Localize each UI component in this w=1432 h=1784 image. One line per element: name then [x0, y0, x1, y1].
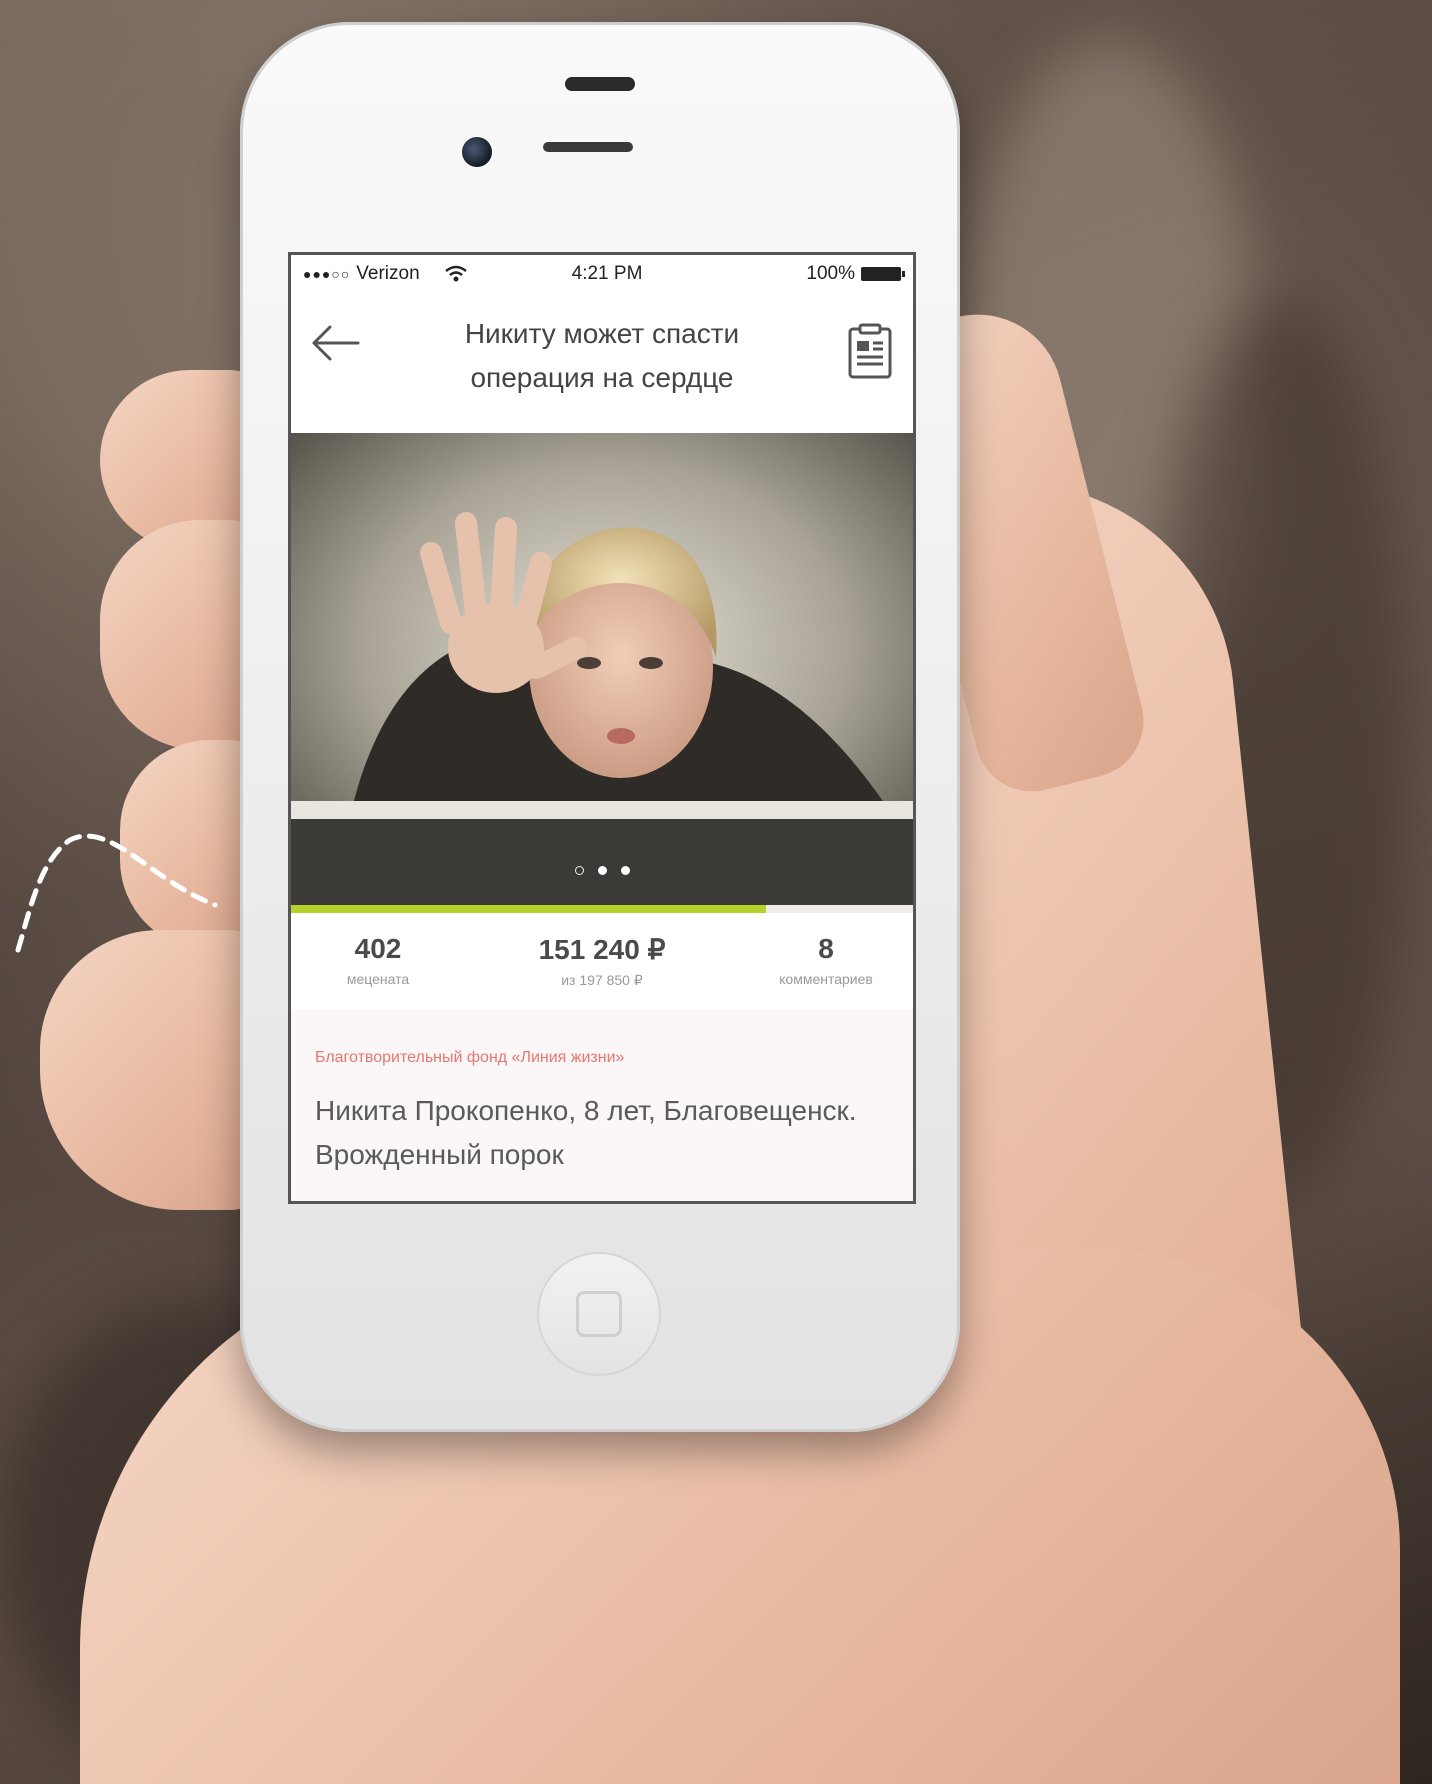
dashed-decoration	[15, 833, 218, 953]
comments-count: 8	[818, 933, 834, 964]
progress-fill	[291, 905, 767, 913]
sensor-bar	[543, 142, 633, 152]
carrier-name: Verizon	[356, 263, 420, 284]
status-left: ●●●○○ Verizon	[303, 263, 468, 285]
stat-raised: 151 240 ₽ из 197 850 ₽	[502, 933, 702, 1009]
page-title: Никиту может спасти операция на сердце	[464, 318, 740, 393]
arrow-left-icon	[312, 325, 360, 361]
hand-finger	[40, 930, 270, 1210]
clipboard-icon	[848, 323, 892, 379]
carousel-dot[interactable]	[574, 866, 584, 875]
story-photo[interactable]	[291, 433, 913, 905]
home-square-icon	[576, 1291, 622, 1337]
comments-label: комментариев	[779, 971, 873, 987]
patrons-label: мецената	[346, 971, 410, 987]
clock: 4:21 PM	[571, 263, 643, 284]
carousel-indicator	[291, 866, 913, 875]
scene: ●●●○○ Verizon 4:21 PM 100% Никиту может …	[0, 0, 1432, 1784]
story-text: Никита Прокопенко, 8 лет, Благовещенск. …	[315, 1095, 857, 1170]
status-bar: ●●●○○ Verizon 4:21 PM 100%	[291, 255, 913, 293]
child-photo-illustration	[291, 433, 913, 905]
raised-amount: 151 240 ₽	[538, 934, 666, 965]
fundraising-progress	[291, 905, 913, 913]
document-button[interactable]	[847, 323, 893, 379]
nav-header: Никиту может спасти операция на сердце	[291, 293, 913, 433]
stat-patrons: 402 мецената	[303, 933, 453, 1009]
battery-status: 100%	[806, 263, 905, 285]
story-section: Благотворительный фонд «Линия жизни» Ник…	[291, 1009, 913, 1201]
carousel-dot[interactable]	[620, 866, 630, 875]
battery-icon	[861, 267, 905, 281]
battery-percentage: 100%	[806, 263, 855, 284]
home-button[interactable]	[537, 1252, 661, 1376]
goal-amount: из 197 850 ₽	[561, 972, 643, 988]
stats-row: 402 мецената 151 240 ₽ из 197 850 ₽ 8 ко…	[291, 913, 913, 1009]
carousel-dot[interactable]	[597, 866, 607, 875]
fund-link[interactable]: Благотворительный фонд «Линия жизни»	[315, 1049, 889, 1067]
app-screen: ●●●○○ Verizon 4:21 PM 100% Никиту может …	[288, 252, 916, 1204]
stat-comments[interactable]: 8 комментариев	[751, 933, 901, 1009]
back-button[interactable]	[305, 313, 365, 373]
wifi-icon	[444, 265, 467, 282]
front-camera	[462, 137, 492, 167]
earpiece-speaker	[565, 77, 635, 91]
signal-strength-icon: ●●●○○	[303, 266, 351, 282]
patrons-count: 402	[354, 933, 402, 964]
